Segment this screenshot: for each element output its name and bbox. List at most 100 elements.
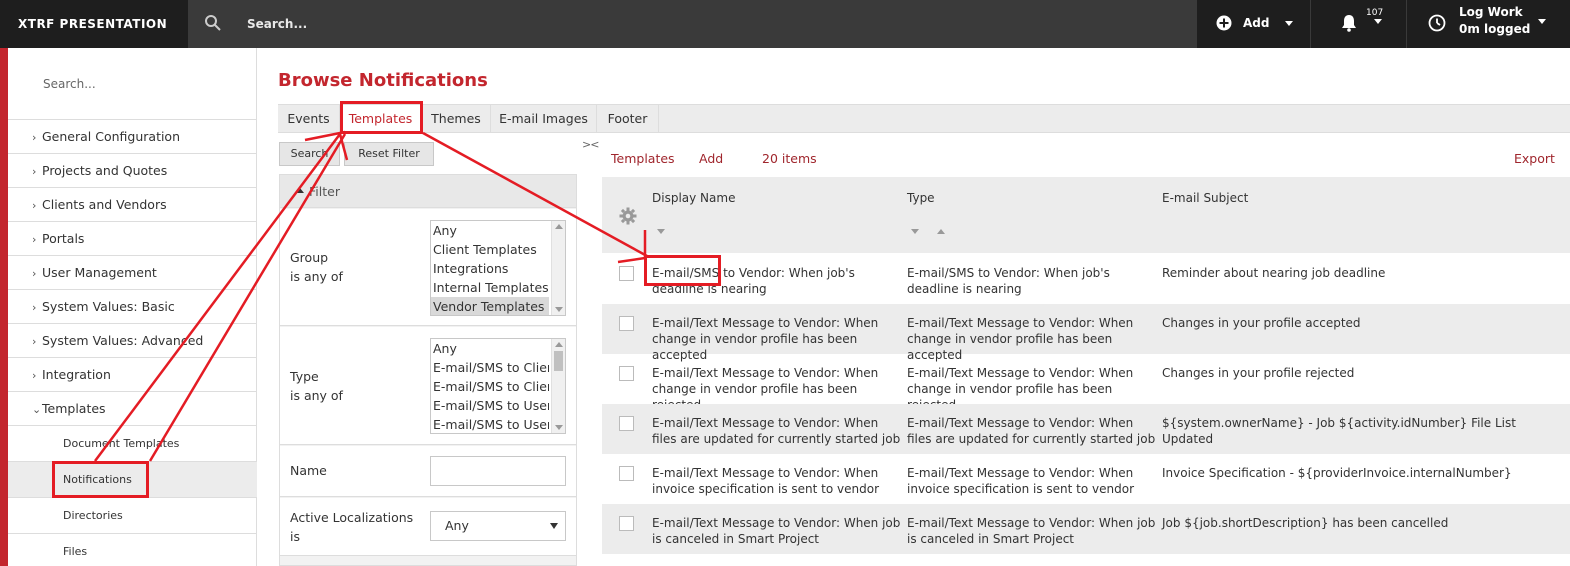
row-checkbox[interactable] xyxy=(619,266,634,281)
sidebar-subitem-document-templates[interactable]: Document Templates xyxy=(8,425,257,461)
sidebar-item-system-values-basic[interactable]: › System Values: Basic xyxy=(8,289,257,323)
cell-display-name[interactable]: E-mail/Text Message to Vendor: When file… xyxy=(652,415,902,447)
sort-desc-icon[interactable] xyxy=(657,229,665,234)
logged-time-label: 0m logged xyxy=(1459,22,1531,36)
row-checkbox[interactable] xyxy=(619,516,634,531)
sidebar-item-integration[interactable]: › Integration xyxy=(8,357,257,391)
filter-header[interactable]: Filter xyxy=(280,175,576,208)
brand-logo[interactable]: XTRF PRESENTATION xyxy=(0,0,188,48)
collapse-filter-icon[interactable]: >< xyxy=(582,138,599,151)
scroll-down-icon[interactable] xyxy=(555,425,563,430)
sidebar-item-user-management[interactable]: › User Management xyxy=(8,255,257,289)
sidebar-item-system-values-advanced[interactable]: › System Values: Advanced xyxy=(8,323,257,357)
bell-icon xyxy=(1342,15,1356,32)
row-checkbox[interactable] xyxy=(619,366,634,381)
row-checkbox[interactable] xyxy=(619,466,634,481)
export-link[interactable]: Export xyxy=(1514,151,1555,166)
row-checkbox[interactable] xyxy=(619,316,634,331)
sidebar-subitem-files[interactable]: Files xyxy=(8,533,257,566)
sidebar-subitem-directories[interactable]: Directories xyxy=(8,497,257,533)
cell-type: E-mail/SMS to Vendor: When job's deadlin… xyxy=(907,266,1110,296)
cell-email-subject: ${system.ownerName} - Job ${activity.idN… xyxy=(1162,416,1516,446)
chevron-right-icon: › xyxy=(32,301,37,314)
top-bar: XTRF PRESENTATION Search... Add 107 Log … xyxy=(0,0,1570,48)
chevron-down-icon xyxy=(1538,19,1546,24)
sidebar-item-projects-and-quotes[interactable]: › Projects and Quotes xyxy=(8,153,257,187)
reset-filter-button[interactable]: Reset Filter xyxy=(344,142,434,166)
collapse-triangle-icon xyxy=(296,188,304,193)
scroll-up-icon[interactable] xyxy=(555,342,563,347)
sidebar-search-input[interactable]: Search... xyxy=(43,77,96,91)
column-header-type[interactable]: Type xyxy=(907,191,935,205)
table-row[interactable]: E-mail/Text Message to Vendor: When invo… xyxy=(602,454,1570,504)
cell-display-name[interactable]: E-mail/Text Message to Vendor: When job … xyxy=(652,515,902,547)
sort-arrows xyxy=(911,223,963,237)
listbox-option[interactable]: E-mail/SMS to Client xyxy=(431,358,549,377)
localizations-select[interactable]: Any xyxy=(430,511,566,541)
add-template-link[interactable]: Add xyxy=(699,151,723,166)
scroll-down-icon[interactable] xyxy=(555,307,563,312)
chevron-right-icon: › xyxy=(32,233,37,246)
column-header-display-name[interactable]: Display Name xyxy=(652,191,735,205)
listbox-option-selected[interactable]: Vendor Templates xyxy=(431,297,549,315)
sort-desc-icon[interactable] xyxy=(911,229,919,234)
scrollbar[interactable] xyxy=(551,221,565,315)
add-button[interactable]: Add xyxy=(1197,0,1310,48)
search-icon[interactable] xyxy=(204,14,222,32)
notification-count-badge: 107 xyxy=(1366,8,1384,18)
chevron-right-icon: › xyxy=(32,335,37,348)
gear-icon[interactable] xyxy=(619,207,637,225)
type-listbox[interactable]: Any E-mail/SMS to Client E-mail/SMS to C… xyxy=(430,338,566,434)
annotation-box-notifications xyxy=(52,461,149,498)
scrollbar[interactable] xyxy=(551,339,565,433)
column-header-email-subject[interactable]: E-mail Subject xyxy=(1162,191,1248,205)
tab-themes[interactable]: Themes xyxy=(422,105,491,133)
sidebar-item-templates[interactable]: ⌄Templates xyxy=(8,391,257,425)
table-row[interactable]: E-mail/Text Message to Vendor: When file… xyxy=(602,404,1570,454)
listbox-option[interactable]: Integrations xyxy=(431,259,549,278)
cell-type: E-mail/Text Message to Vendor: When file… xyxy=(907,416,1156,446)
tab-events[interactable]: Events xyxy=(278,105,340,133)
log-work-button[interactable]: Log Work 0m logged xyxy=(1407,0,1570,48)
table-row[interactable]: E-mail/Text Message to Vendor: When chan… xyxy=(602,304,1570,362)
global-search-input[interactable]: Search... xyxy=(247,0,307,48)
cell-display-name[interactable]: E-mail/Text Message to Vendor: When invo… xyxy=(652,465,902,497)
sidebar-item-general-configuration[interactable]: › General Configuration xyxy=(8,119,257,153)
search-button[interactable]: Search xyxy=(279,142,340,166)
sidebar-item-clients-and-vendors[interactable]: › Clients and Vendors xyxy=(8,187,257,221)
name-input[interactable] xyxy=(430,456,566,486)
listbox-option[interactable]: E-mail/SMS to User xyxy=(431,396,549,415)
table-row[interactable]: E-mail/Text Message to Vendor: When job … xyxy=(602,504,1570,554)
group-label: Group is any of xyxy=(290,250,343,284)
table-header: Display Name Type E-mail Subject xyxy=(602,177,1570,253)
sidebar-item-portals[interactable]: › Portals xyxy=(8,221,257,255)
annotation-box-display-name xyxy=(644,255,721,286)
listbox-option[interactable]: E-mail/SMS to User xyxy=(431,415,549,433)
chevron-right-icon: › xyxy=(32,369,37,382)
table-row[interactable]: E-mail/Text Message to Vendor: When chan… xyxy=(602,354,1570,412)
tab-email-images[interactable]: E-mail Images xyxy=(491,105,597,133)
listbox-option[interactable]: Client Templates xyxy=(431,240,549,259)
name-label: Name xyxy=(290,463,327,478)
templates-link[interactable]: Templates xyxy=(611,151,675,166)
scrollbar-thumb[interactable] xyxy=(554,351,563,371)
group-listbox[interactable]: Any Client Templates Integrations Intern… xyxy=(430,220,566,316)
row-checkbox[interactable] xyxy=(619,416,634,431)
type-label: Type is any of xyxy=(290,369,343,403)
items-count: 20 items xyxy=(762,151,817,166)
plus-circle-icon xyxy=(1216,15,1232,31)
tab-bar: Events Templates Themes E-mail Images Fo… xyxy=(278,104,1570,133)
listbox-option[interactable]: Internal Templates xyxy=(431,278,549,297)
listbox-option[interactable]: Any xyxy=(431,339,549,358)
notifications-button[interactable]: 107 xyxy=(1311,0,1406,48)
listbox-option[interactable]: E-mail/SMS to Client xyxy=(431,377,549,396)
listbox-option[interactable]: Any xyxy=(431,221,549,240)
tab-footer[interactable]: Footer xyxy=(597,105,659,133)
scroll-up-icon[interactable] xyxy=(555,224,563,229)
page-title: Browse Notifications xyxy=(278,70,488,91)
sort-asc-icon[interactable] xyxy=(937,229,945,234)
table-row[interactable]: E-mail/SMS to Vendor: When job's deadlin… xyxy=(602,254,1570,304)
filter-title: Filter xyxy=(309,184,340,199)
chevron-down-icon xyxy=(1285,21,1293,26)
accent-strip xyxy=(0,48,8,566)
